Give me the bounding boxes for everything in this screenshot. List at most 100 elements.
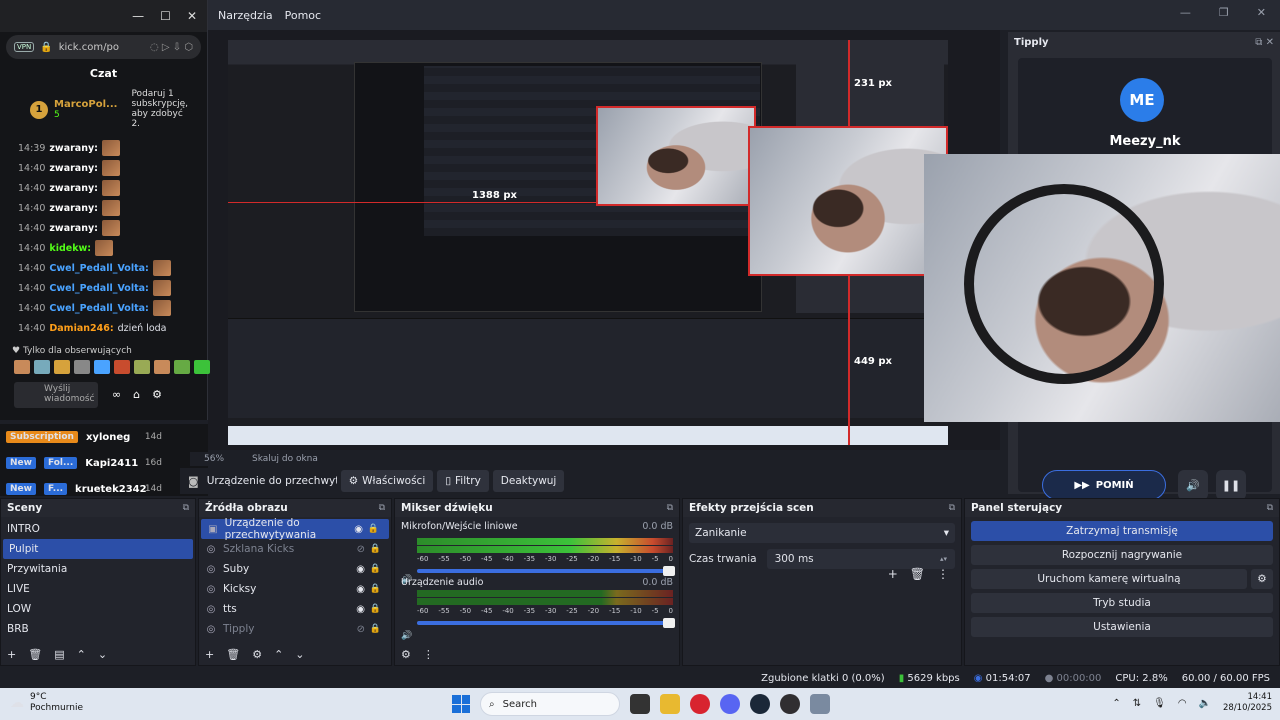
minimize-icon[interactable]: — [1180, 6, 1191, 19]
lock-icon[interactable]: 🔒 [368, 524, 379, 534]
windows-start-icon[interactable] [452, 695, 470, 713]
emote-picker-icon[interactable]: ∞ [112, 388, 121, 401]
wifi-icon[interactable]: ◠ [1178, 698, 1187, 709]
source-item[interactable]: ◎ Tipply ⊘ 🔒 [199, 619, 391, 639]
zoom-level[interactable]: 56% [204, 454, 224, 464]
minimize-icon[interactable]: — [132, 9, 144, 23]
close-icon[interactable]: ✕ [1257, 6, 1266, 19]
scene-item[interactable]: LOW [1, 599, 195, 619]
weather-widget[interactable]: ☁ 9°C Pochmurnie [10, 692, 83, 714]
source-item[interactable]: ◎ Szklana Kicks ⊘ 🔒 [199, 539, 391, 559]
gift-sub-cta[interactable]: Podaruj 1 subskrypcję, aby zdobyć 2. [131, 89, 191, 130]
float-icon[interactable]: ⧉ [183, 503, 189, 513]
transition-select[interactable]: Zanikanie ▾ [689, 523, 955, 543]
eye-icon[interactable]: ◉ [354, 524, 363, 535]
file-explorer-icon[interactable] [660, 694, 680, 714]
add-icon[interactable]: + [7, 648, 16, 661]
properties-button[interactable]: ⚙ Właściwości [340, 470, 434, 492]
vpn-badge[interactable]: VPN [14, 42, 35, 52]
menu-dots-icon[interactable]: ⋮ [937, 567, 949, 581]
skip-button[interactable]: ▶▶ POMIŃ [1042, 470, 1166, 500]
steam-icon[interactable] [750, 694, 770, 714]
microphone-icon[interactable]: 🎙 [1153, 698, 1166, 709]
pause-icon[interactable]: ❚❚ [1216, 470, 1246, 500]
scene-item[interactable]: BRB [1, 619, 195, 639]
obs-icon[interactable] [780, 694, 800, 714]
trash-icon[interactable]: 🗑 [28, 648, 42, 661]
network-icon[interactable]: ⇅ [1133, 698, 1141, 709]
advanced-audio-icon[interactable]: ⚙ [401, 648, 411, 661]
task-view-icon[interactable] [630, 694, 650, 714]
trash-icon[interactable]: 🗑 [910, 567, 925, 581]
start-recording-button[interactable]: Rozpocznij nagrywanie [971, 545, 1273, 565]
gear-icon[interactable]: ⚙ [1251, 569, 1273, 589]
zoom-fit[interactable]: Skaluj do okna [252, 454, 318, 464]
sub-leader-name[interactable]: MarcoPol... [54, 99, 117, 110]
close-icon[interactable]: ✕ [187, 9, 197, 23]
lock-icon[interactable]: 🔒 [370, 584, 381, 594]
stop-stream-button[interactable]: Zatrzymaj transmisję [971, 521, 1273, 541]
chat-input[interactable]: Wyślij wiadomość [14, 382, 98, 408]
lock-icon[interactable]: 🔒 [370, 544, 381, 554]
deactivate-button[interactable]: Deaktywuj [492, 470, 565, 492]
up-arrow-icon[interactable]: ⌃ [274, 648, 283, 661]
eye-icon[interactable]: ◉ [356, 584, 365, 595]
eye-hidden-icon[interactable]: ⊘ [357, 544, 365, 555]
speaker-icon[interactable]: 🔈 [1199, 698, 1211, 709]
scene-item[interactable]: INTRO [1, 519, 195, 539]
up-arrow-icon[interactable]: ⌃ [77, 648, 86, 661]
source-item[interactable]: ◎ Suby ◉ 🔒 [199, 559, 391, 579]
url-bar[interactable]: VPN 🔒 kick.com/po ◌ ▷ ⇩ ⬡ [6, 35, 201, 59]
discord-icon[interactable] [720, 694, 740, 714]
speaker-icon[interactable]: 🔊 [401, 631, 412, 641]
settings-gear-icon[interactable]: ⚙ [152, 388, 162, 401]
url-text[interactable]: kick.com/po [59, 42, 119, 53]
preview-canvas[interactable]: 1388 px 231 px 449 px [228, 40, 948, 445]
eye-hidden-icon[interactable]: ⊘ [357, 624, 365, 635]
menu-dots-icon[interactable]: ⋮ [423, 648, 434, 661]
lock-icon[interactable]: 🔒 [370, 564, 381, 574]
scene-item[interactable]: Przywitania [1, 559, 195, 579]
volume-slider[interactable] [417, 618, 675, 628]
trash-icon[interactable]: 🗑 [226, 648, 240, 661]
down-arrow-icon[interactable]: ⌄ [98, 648, 107, 661]
eye-icon[interactable]: ◉ [356, 564, 365, 575]
source-item[interactable]: ▣ Urządzenie do przechwytywania ◉ 🔒 [201, 517, 389, 541]
float-icon[interactable]: ⧉ [949, 503, 955, 513]
lock-icon[interactable]: 🔒 [370, 624, 381, 634]
eye-icon[interactable]: ◉ [356, 604, 365, 615]
filters-button[interactable]: ▯ Filtry [437, 470, 489, 492]
store-icon[interactable]: ⌂ [133, 388, 140, 401]
scene-item[interactable]: Pulpit [3, 539, 193, 559]
virtual-camera-button[interactable]: Uruchom kamerę wirtualną [971, 569, 1247, 589]
dock-float-icon[interactable]: ⧉ ✕ [1255, 37, 1274, 48]
source-item[interactable]: ◎ Kicksy ◉ 🔒 [199, 579, 391, 599]
app-icon[interactable] [810, 694, 830, 714]
down-arrow-icon[interactable]: ⌄ [295, 648, 304, 661]
volume-icon[interactable]: 🔊 [1178, 470, 1208, 500]
clock[interactable]: 14:41 28/10/2025 [1223, 692, 1272, 714]
float-icon[interactable]: ⧉ [1267, 503, 1273, 513]
studio-mode-button[interactable]: Tryb studia [971, 593, 1273, 613]
emote-bar[interactable] [14, 360, 210, 374]
duration-input[interactable]: 300 ms ▴▾ [766, 549, 955, 569]
menu-help[interactable]: Pomoc [285, 9, 321, 22]
gear-icon[interactable]: ⚙ [252, 648, 262, 661]
taskbar-search[interactable]: ⌕ Search [480, 692, 620, 716]
float-icon[interactable]: ⧉ [379, 503, 385, 513]
scene-item[interactable]: LIVE [1, 579, 195, 599]
toolbar-icons[interactable]: ◌ ▷ ⇩ ⬡ [150, 42, 193, 53]
maximize-icon[interactable]: ☐ [160, 9, 171, 23]
add-icon[interactable]: + [205, 648, 214, 661]
add-icon[interactable]: + [888, 567, 898, 581]
source-item[interactable]: ◎ tts ◉ 🔒 [199, 599, 391, 619]
filter-icon[interactable]: ▤ [54, 648, 64, 661]
float-icon[interactable]: ⧉ [667, 503, 673, 513]
volume-meter [417, 590, 673, 597]
settings-button[interactable]: Ustawienia [971, 617, 1273, 637]
chevron-up-icon[interactable]: ⌃ [1112, 698, 1120, 709]
maximize-icon[interactable]: ❐ [1219, 6, 1229, 19]
opera-icon[interactable] [690, 694, 710, 714]
lock-icon[interactable]: 🔒 [370, 604, 381, 614]
menu-tools[interactable]: Narzędzia [218, 9, 273, 22]
